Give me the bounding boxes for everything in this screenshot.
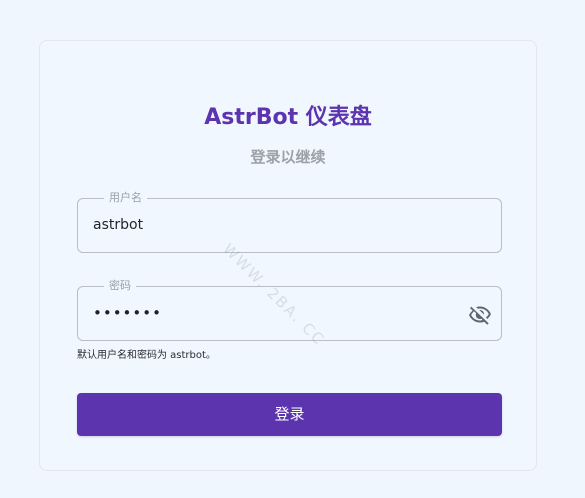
username-field[interactable]: 用户名 astrbot (77, 191, 502, 253)
username-input[interactable]: astrbot (93, 199, 143, 252)
page-subtitle: 登录以继续 (250, 148, 326, 166)
password-field[interactable]: 密码 ••••••• (77, 279, 502, 341)
page-title: AstrBot 仪表盘 (204, 105, 372, 130)
login-button[interactable]: 登录 (77, 393, 502, 436)
password-input[interactable]: ••••••• (93, 287, 162, 340)
login-card: AstrBot 仪表盘 登录以继续 用户名 astrbot 密码 •••••••… (39, 40, 537, 471)
default-credentials-hint: 默认用户名和密码为 astrbot。 (77, 350, 216, 361)
eye-off-icon[interactable] (468, 302, 492, 326)
